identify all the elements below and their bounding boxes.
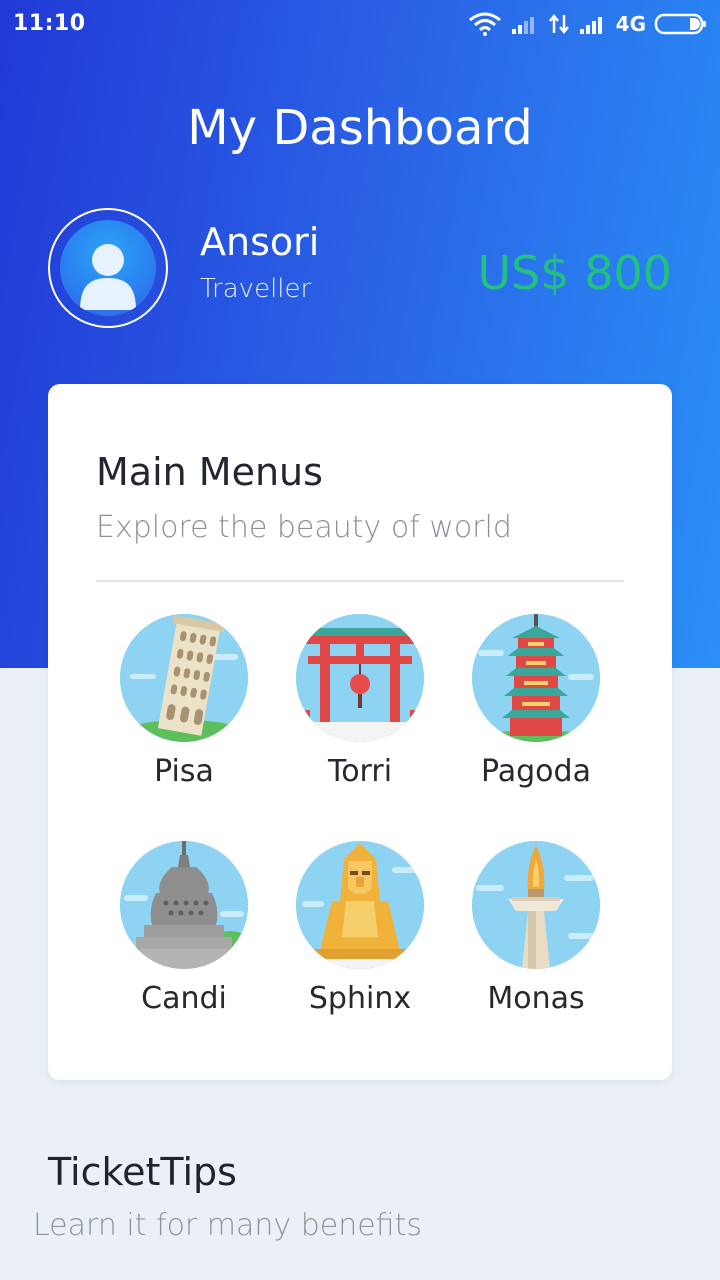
menu-item-sphinx[interactable]: Sphinx	[272, 841, 448, 1031]
status-icons: 4G	[468, 10, 708, 38]
menu-item-pagoda[interactable]: Pagoda	[448, 614, 624, 804]
divider	[96, 580, 624, 582]
signal-icon	[578, 13, 608, 35]
network-type: 4G	[615, 12, 646, 36]
ticket-tips-subtitle: Learn it for many benefits	[33, 1208, 422, 1243]
menu-item-label: Pagoda	[481, 754, 591, 789]
user-role: Traveller	[200, 274, 312, 304]
menu-item-label: Sphinx	[308, 981, 412, 1016]
status-bar: 11:10 4G	[0, 0, 720, 48]
pisa-tower-icon	[120, 614, 248, 742]
main-menu-title: Main Menus	[96, 450, 323, 494]
candi-temple-icon	[120, 841, 248, 969]
status-time: 11:10	[13, 11, 86, 36]
main-menu-card: Main Menus Explore the beauty of world P…	[48, 384, 672, 1080]
menu-item-label: Pisa	[154, 754, 214, 789]
menu-item-pisa[interactable]: Pisa	[96, 614, 272, 804]
torii-gate-icon	[296, 614, 424, 742]
avatar[interactable]	[48, 208, 168, 328]
menu-item-label: Torri	[327, 754, 393, 789]
ticket-tips-title: TicketTips	[48, 1150, 237, 1194]
menu-item-monas[interactable]: Monas	[448, 841, 624, 1031]
menu-item-torri[interactable]: Torri	[272, 614, 448, 804]
user-avatar-icon	[60, 220, 156, 316]
monas-monument-icon	[472, 841, 600, 969]
page-title: My Dashboard	[187, 100, 533, 156]
menu-item-label: Candi	[141, 981, 227, 1016]
user-name: Ansori	[200, 220, 320, 264]
balance-amount: US$ 800	[477, 246, 672, 300]
menu-item-label: Monas	[487, 981, 585, 1016]
menu-item-candi[interactable]: Candi	[96, 841, 272, 1031]
main-menu-subtitle: Explore the beauty of world	[96, 510, 512, 545]
sphinx-icon	[296, 841, 424, 969]
pagoda-icon	[472, 614, 600, 742]
data-arrows-icon	[548, 13, 570, 35]
signal-icon	[510, 13, 540, 35]
wifi-icon	[468, 12, 502, 36]
battery-icon	[654, 12, 708, 36]
